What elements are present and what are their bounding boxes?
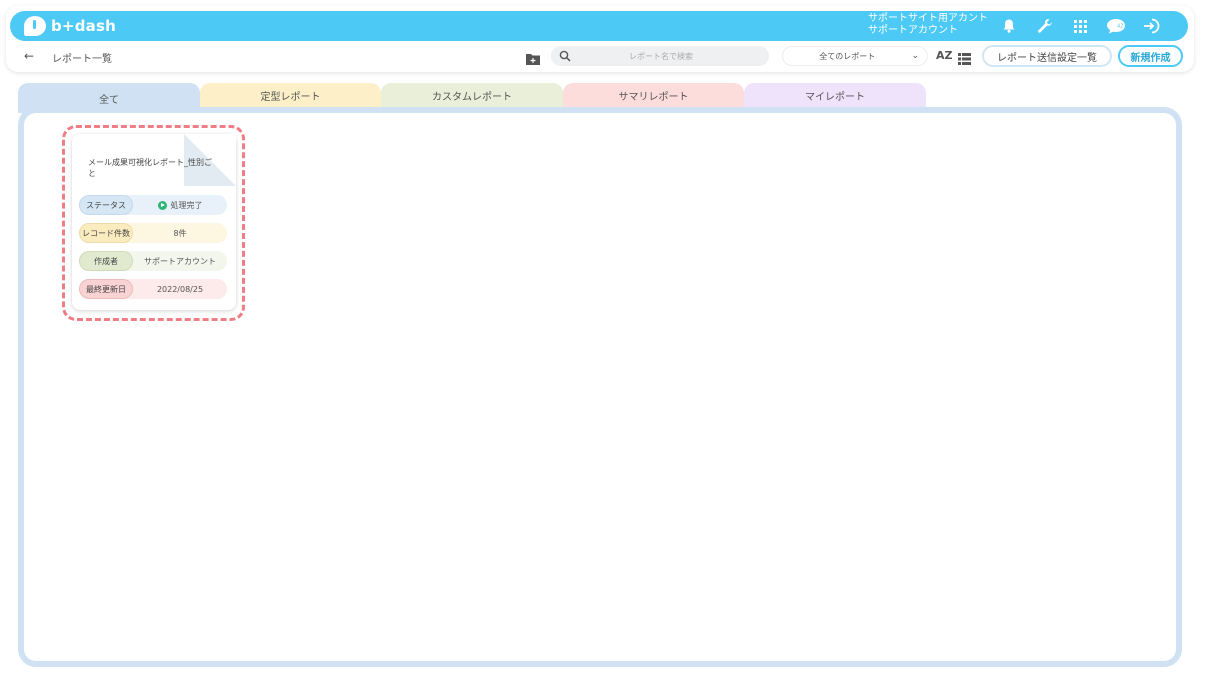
account-name[interactable]: サポートサイト用アカント サポートアカウント xyxy=(868,13,988,37)
records-value: 8件 xyxy=(173,228,187,238)
search-box[interactable] xyxy=(551,46,769,66)
author-value: サポートアカウント xyxy=(144,256,216,266)
status-value-wrap: 処理完了 xyxy=(133,200,227,211)
status-row: ステータス 処理完了 xyxy=(79,195,227,215)
wrench-icon[interactable] xyxy=(1035,17,1055,35)
tab-my-reports[interactable]: マイレポート xyxy=(744,83,926,108)
new-folder-icon[interactable] xyxy=(526,50,540,65)
top-bar: b+dash サポートサイト用アカント サポートアカウント 42 xyxy=(10,11,1188,41)
report-card[interactable]: メール成果可視化レポート_性別ごと ステータス 処理完了 レコード件数 8件 作… xyxy=(72,134,236,310)
tab-custom[interactable]: カスタムレポート xyxy=(381,83,563,108)
svg-text:42: 42 xyxy=(1117,24,1123,30)
logout-icon[interactable] xyxy=(1142,17,1162,35)
status-value: 処理完了 xyxy=(170,200,203,210)
logo-mark-icon xyxy=(24,16,46,36)
account-line-1: サポートサイト用アカント xyxy=(868,13,988,24)
updated-row: 最終更新日 2022/08/25 xyxy=(79,279,227,299)
sort-az-icon[interactable]: AZ xyxy=(936,49,953,62)
status-label: ステータス xyxy=(79,195,133,215)
chevron-down-icon: ⌄ xyxy=(911,51,919,61)
records-label: レコード件数 xyxy=(79,223,133,243)
records-row: レコード件数 8件 xyxy=(79,223,227,243)
new-report-button[interactable]: 新規作成 xyxy=(1118,45,1183,67)
author-label: 作成者 xyxy=(79,251,133,271)
bell-icon[interactable] xyxy=(999,17,1019,35)
back-arrow-icon[interactable]: ← xyxy=(24,49,34,63)
grid-icon[interactable] xyxy=(1070,17,1090,35)
play-check-icon xyxy=(157,200,167,210)
tab-standard[interactable]: 定型レポート xyxy=(200,83,381,108)
search-icon xyxy=(559,50,571,62)
filter-value: 全てのレポート xyxy=(819,51,876,61)
logo-text: b+dash xyxy=(51,17,116,35)
list-view-icon[interactable] xyxy=(958,50,972,65)
account-line-2: サポートアカウント xyxy=(868,25,958,36)
send-settings-button[interactable]: レポート送信設定一覧 xyxy=(982,45,1112,67)
logo[interactable]: b+dash xyxy=(24,15,116,37)
chat-icon[interactable]: 42 xyxy=(1106,17,1126,35)
report-filter-select[interactable]: 全てのレポート ⌄ xyxy=(782,46,928,66)
updated-value: 2022/08/25 xyxy=(156,284,204,294)
search-input[interactable] xyxy=(571,51,751,61)
page-title: レポート一覧 xyxy=(52,54,112,65)
author-row: 作成者 サポートアカウント xyxy=(79,251,227,271)
updated-label: 最終更新日 xyxy=(79,279,133,299)
tab-summary[interactable]: サマリレポート xyxy=(563,83,744,108)
report-title: メール成果可視化レポート_性別ごと xyxy=(88,158,212,178)
